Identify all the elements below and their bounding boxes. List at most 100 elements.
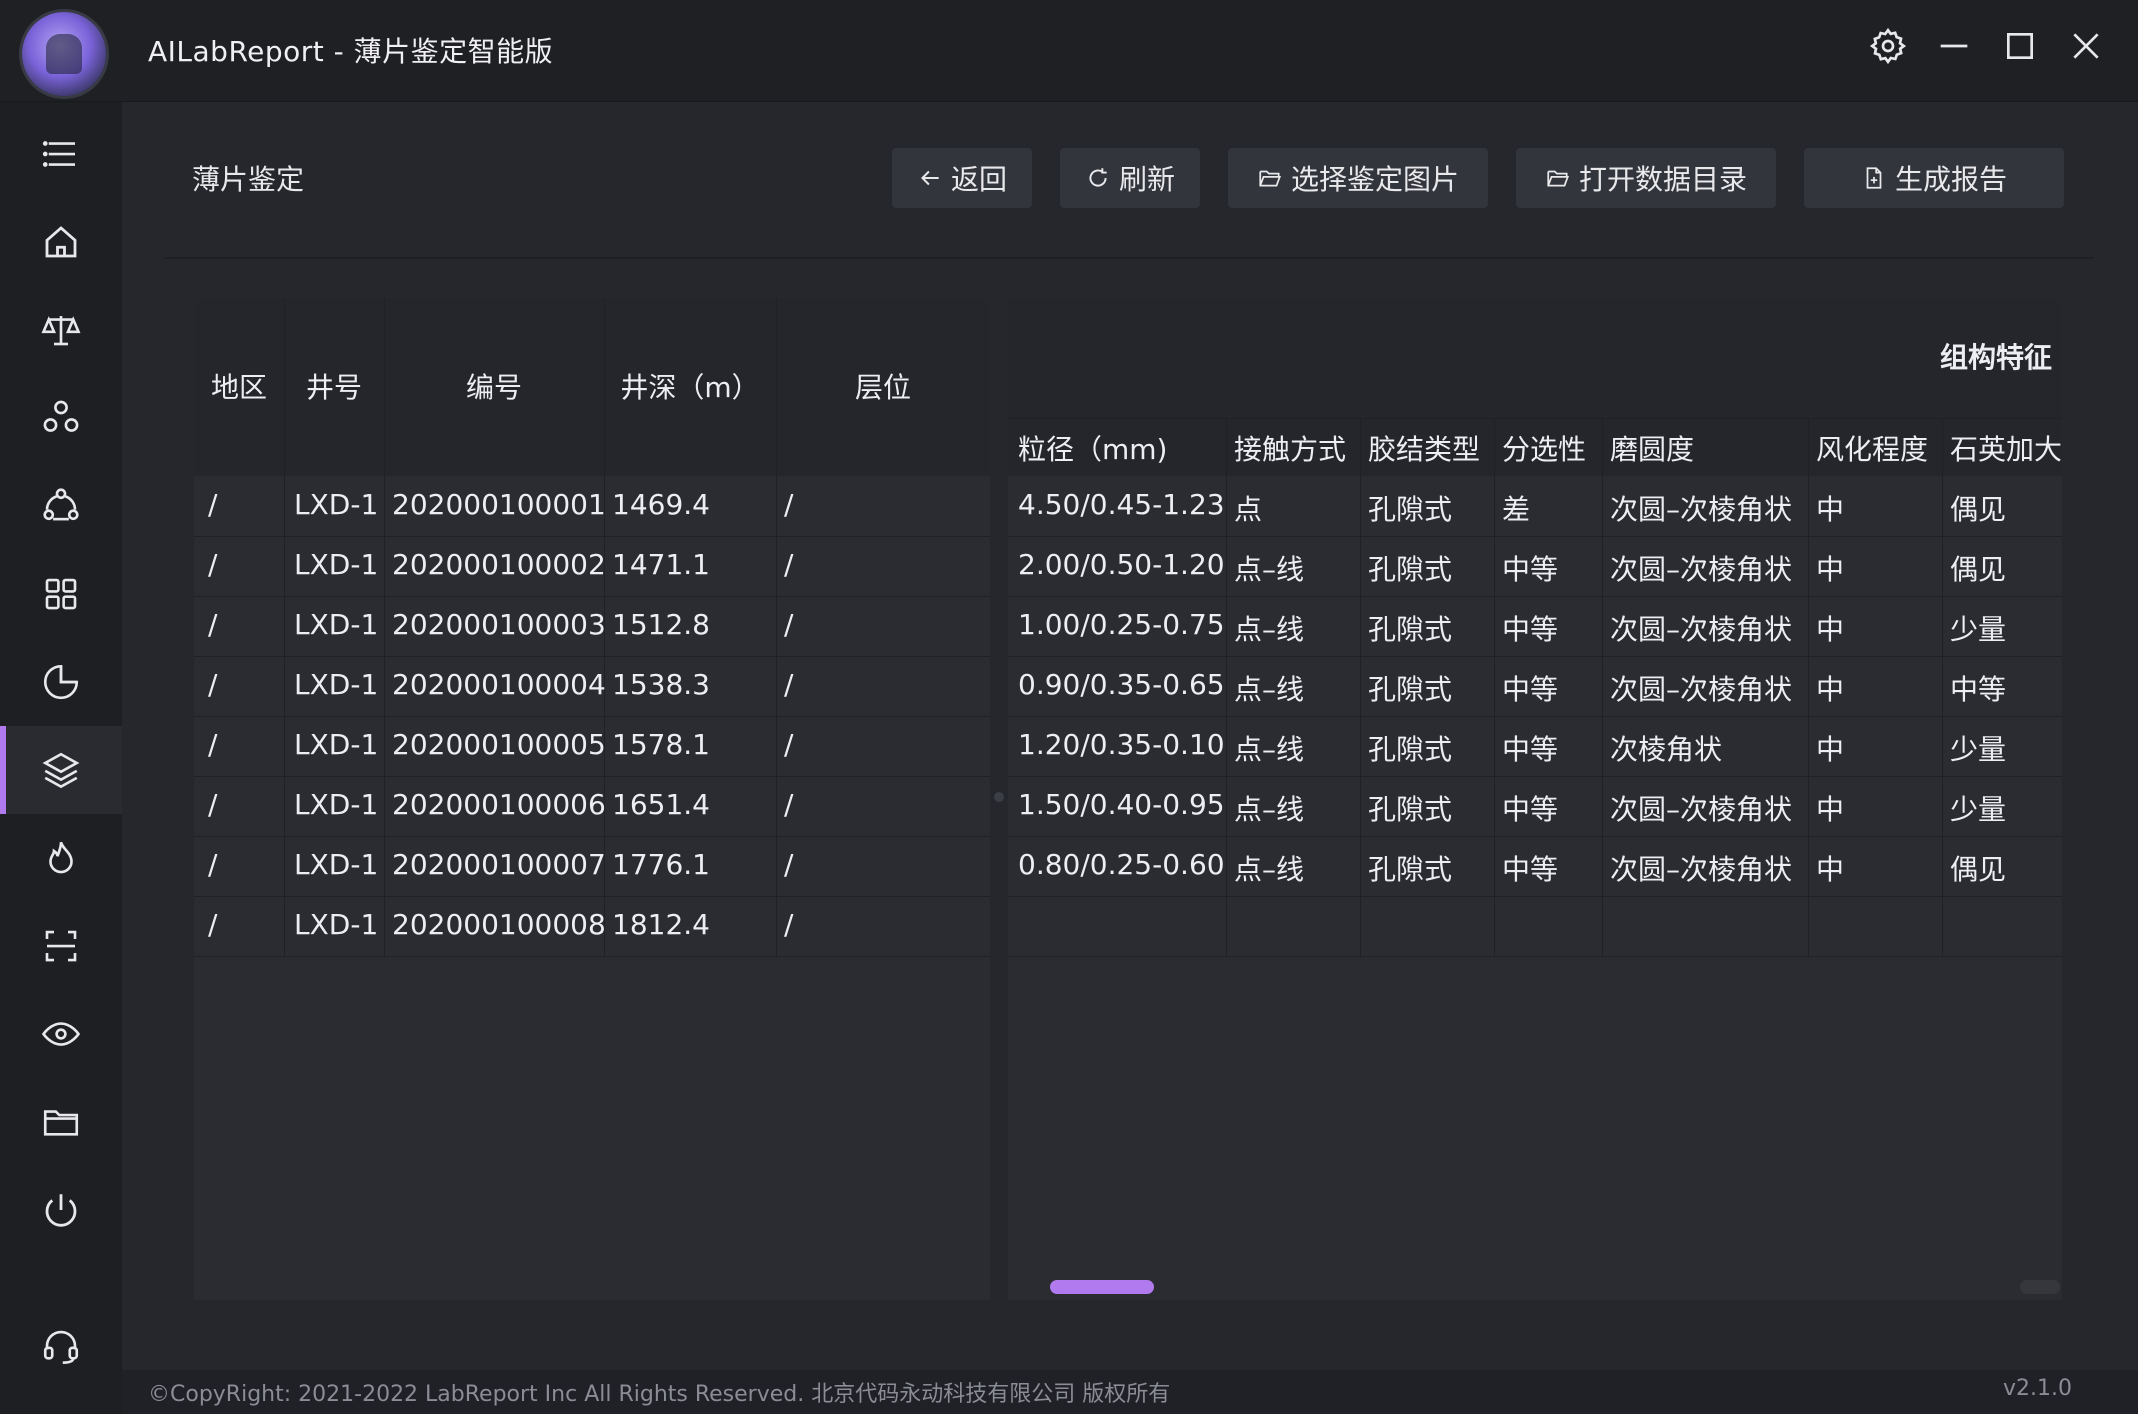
table-row[interactable]: 1.50/0.40-0.95 点–线 孔隙式 中等 次圆–次棱角状中 少量 (1008, 776, 2062, 836)
table-row[interactable]: 1.20/0.35-0.10 点–线 孔隙式 中等 次棱角状 中 少量 (1008, 716, 2062, 776)
row-divider (194, 956, 990, 957)
column-header: 井号 (305, 371, 362, 404)
table-row[interactable]: 2.00/0.50-1.20 点–线 孔隙式 中等 次圆–次棱角状中 偶见 (1008, 536, 2062, 596)
table-cell: LXD-1 (294, 668, 379, 701)
table-cell: LXD-1 (294, 908, 379, 941)
scrollbar-thumb[interactable] (1050, 1280, 1154, 1294)
document-icon (1866, 167, 1882, 189)
splitter-handle[interactable] (994, 792, 1004, 802)
table-row[interactable]: / LXD-1 202000100005 1578.1 / (194, 716, 990, 776)
table-cell: 中 (1816, 793, 1845, 826)
table-cell: 4.50/0.45-1.23 (1018, 488, 1225, 521)
table-cell: 孔隙式 (1368, 793, 1453, 826)
table-cell: 差 (1502, 493, 1531, 526)
table-cell: / (784, 608, 794, 641)
table-cell: 2.00/0.50-1.20 (1018, 548, 1225, 581)
table-cell: 202000100004 (392, 668, 606, 701)
scale-icon[interactable] (0, 286, 122, 374)
page-title: 薄片鉴定 (192, 163, 305, 196)
column-header: 井深（m） (620, 371, 760, 404)
back-button[interactable]: 返回 (892, 148, 1032, 208)
table-cell: 中 (1816, 613, 1845, 646)
pie-chart-icon[interactable] (0, 638, 122, 726)
refresh-button[interactable]: 刷新 (1060, 148, 1200, 208)
table-cell: 偶见 (1950, 853, 2007, 886)
headset-icon[interactable] (0, 1302, 122, 1390)
flame-icon[interactable] (0, 814, 122, 902)
row-divider (1008, 956, 2062, 957)
table-row[interactable]: / LXD-1 202000100003 1512.8 / (194, 596, 990, 656)
table-row[interactable]: 4.50/0.45-1.23 点 孔隙式 差 次圆–次棱角状中 偶见 (1008, 476, 2062, 536)
table-cell: 点 (1234, 493, 1263, 526)
folder-icon[interactable] (0, 1078, 122, 1166)
table-row[interactable]: / LXD-1 202000100007 1776.1 / (194, 836, 990, 896)
column-header: 分选性 (1502, 433, 1587, 466)
table-cell: 1.50/0.40-0.95 (1018, 788, 1225, 821)
maximize-icon[interactable] (2000, 26, 2040, 66)
sidebar (0, 102, 122, 1414)
fabric-features-table[interactable]: 组构特征 粒径（mm) 接触方式 胶结类型 分选性 磨圆度 风化程度 石英加大 4.50/0.… (1008, 298, 2062, 1300)
column-header: 地区 (210, 371, 267, 404)
power-icon[interactable] (0, 1166, 122, 1254)
minimize-icon[interactable] (1934, 26, 1974, 66)
menu-icon[interactable] (0, 110, 122, 198)
table-cell: / (208, 488, 218, 521)
select-images-label: 选择鉴定图片 (1290, 163, 1459, 196)
table-cell: LXD-1 (294, 548, 379, 581)
sample-info-table[interactable]: 地区 井号 编号 井深（m） 层位 / LXD-1 202000100001 1469.4 / / L… (194, 298, 990, 1300)
table-cell: LXD-1 (294, 608, 379, 641)
column-header: 层位 (854, 371, 911, 404)
eye-icon[interactable] (0, 990, 122, 1078)
table-cell: 中等 (1502, 613, 1559, 646)
molecule-icon[interactable] (0, 374, 122, 462)
table-cell: 中等 (1502, 793, 1559, 826)
table-cell: 点–线 (1234, 853, 1305, 886)
table-cell: / (784, 788, 794, 821)
table-cell: 偶见 (1950, 493, 2007, 526)
select-images-button[interactable]: 选择鉴定图片 (1228, 148, 1488, 208)
table-cell: 中 (1816, 493, 1845, 526)
table-row[interactable]: / LXD-1 202000100002 1471.1 / (194, 536, 990, 596)
table-cell: 202000100008 (392, 908, 606, 941)
table-row[interactable]: 0.90/0.35-0.65 点–线 孔隙式 中等 次圆–次棱角状中 中等 (1008, 656, 2062, 716)
table-cell: 1651.4 (612, 788, 710, 821)
table-row[interactable]: 0.80/0.25-0.60 点–线 孔隙式 中等 次圆–次棱角状中 偶见 (1008, 836, 2062, 896)
app-title: AILabReport - 薄片鉴定智能版 (148, 35, 554, 68)
table-cell: 1471.1 (612, 548, 710, 581)
column-header: 石英加大 (1950, 433, 2062, 466)
table-row[interactable]: / LXD-1 202000100008 1812.4 / (194, 896, 990, 956)
horizontal-scrollbar[interactable] (1008, 1278, 2062, 1294)
column-header: 磨圆度 (1610, 433, 1695, 466)
table-cell: 次圆–次棱角状 (1610, 853, 1793, 886)
layers-icon[interactable] (0, 726, 122, 814)
close-icon[interactable] (2066, 26, 2106, 66)
generate-report-button[interactable]: 生成报告 (1804, 148, 2064, 208)
table-cell: 孔隙式 (1368, 853, 1453, 886)
open-data-dir-button[interactable]: 打开数据目录 (1516, 148, 1776, 208)
table-cell: 202000100005 (392, 728, 606, 761)
home-icon[interactable] (0, 198, 122, 286)
table-cell: 次圆–次棱角状 (1610, 673, 1793, 706)
table-cell: 0.90/0.35-0.65 (1018, 668, 1225, 701)
recycle-icon[interactable] (0, 462, 122, 550)
table-cell: 点–线 (1234, 673, 1305, 706)
table-row[interactable] (1008, 896, 2062, 956)
table-cell: 孔隙式 (1368, 553, 1453, 586)
table-cell: / (208, 608, 218, 641)
table-cell: 1469.4 (612, 488, 710, 521)
table-cell: 点–线 (1234, 733, 1305, 766)
table-row[interactable]: / LXD-1 202000100001 1469.4 / (194, 476, 990, 536)
version-text: v2.1.0 (2003, 1376, 2072, 1401)
table-cell: 少量 (1950, 793, 2007, 826)
table-cell: 中 (1816, 673, 1845, 706)
table-row[interactable]: / LXD-1 202000100006 1651.4 / (194, 776, 990, 836)
grid-icon[interactable] (0, 550, 122, 638)
table-cell: / (208, 728, 218, 761)
table-row[interactable]: 1.00/0.25-0.75 点–线 孔隙式 中等 次圆–次棱角状中 少量 (1008, 596, 2062, 656)
table-cell: 202000100002 (392, 548, 606, 581)
table-row[interactable]: / LXD-1 202000100004 1538.3 / (194, 656, 990, 716)
header-divider (1008, 418, 2062, 419)
settings-icon[interactable] (1868, 26, 1908, 66)
folder-open-icon (1259, 170, 1281, 187)
scan-icon[interactable] (0, 902, 122, 990)
